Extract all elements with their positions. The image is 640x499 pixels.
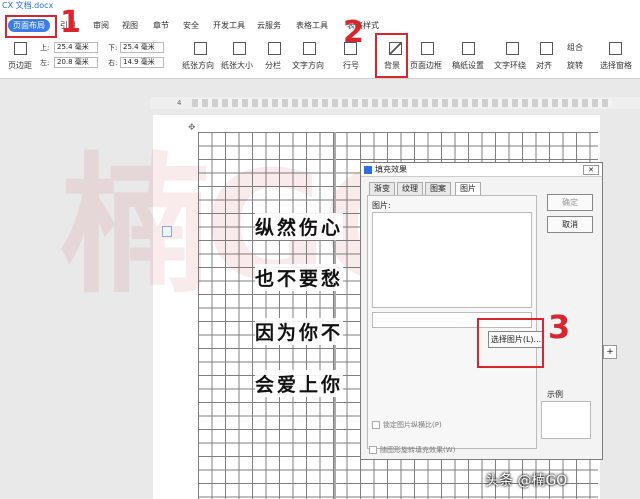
- right-margin-field[interactable]: 14.9 毫米: [120, 57, 164, 68]
- selection-pane-button[interactable]: 选择窗格: [600, 60, 632, 71]
- table-move-handle-icon[interactable]: ✥: [188, 123, 196, 133]
- lock-ratio-label: 锁定图片纵横比(P): [383, 421, 442, 429]
- tab-table-tools[interactable]: 表格工具: [296, 20, 328, 31]
- step-3-highlight: [477, 318, 544, 368]
- text-direction-button[interactable]: 文字方向: [292, 60, 324, 71]
- close-icon[interactable]: ✕: [583, 165, 599, 175]
- page-fold-line: [334, 132, 336, 499]
- tab-security[interactable]: 安全: [183, 20, 199, 31]
- add-icon[interactable]: +: [603, 345, 617, 359]
- right-margin-label: 右:: [108, 59, 118, 67]
- verse-line-2: 也不要愁: [255, 264, 344, 291]
- lock-ratio-checkbox[interactable]: 锁定图片纵横比(P): [372, 420, 442, 430]
- rotate-button[interactable]: 旋转: [567, 60, 583, 71]
- text-wrap-button[interactable]: 文字环绕: [494, 60, 526, 71]
- bottom-margin-field[interactable]: 25.4 毫米: [120, 42, 164, 53]
- line-numbers-button[interactable]: 行号: [343, 60, 359, 71]
- margins-button[interactable]: 页边距: [8, 60, 32, 71]
- picture-label: 图片:: [372, 201, 391, 210]
- align-icon[interactable]: [540, 42, 553, 55]
- left-margin-field[interactable]: 20.8 毫米: [54, 57, 98, 68]
- dialog-title-bar: 填充效果 ✕: [361, 163, 602, 177]
- draft-settings-button[interactable]: 稿纸设置: [452, 60, 484, 71]
- selection-pane-icon[interactable]: [609, 42, 622, 55]
- rotate-with-shape-label: 随图形旋转填充效果(W): [380, 446, 456, 454]
- document-mark-icon[interactable]: [162, 226, 172, 237]
- bottom-margin-label: 下:: [108, 44, 118, 52]
- document-title: CX 文档.docx: [2, 1, 54, 10]
- orientation-icon[interactable]: [194, 42, 207, 55]
- page-border-icon[interactable]: [421, 42, 434, 55]
- text-wrap-icon[interactable]: [506, 42, 519, 55]
- app-icon: [364, 165, 372, 174]
- left-margin-label: 左:: [40, 59, 50, 67]
- dialog-title: 填充效果: [375, 165, 407, 174]
- tab-developer[interactable]: 开发工具: [213, 20, 245, 31]
- source-credit: 头条 @楠GO: [485, 473, 568, 489]
- top-margin-label: 上:: [40, 44, 50, 52]
- draft-settings-icon[interactable]: [462, 42, 475, 55]
- step-1-number: 1: [60, 5, 81, 40]
- tab-cloud[interactable]: 云服务: [257, 20, 281, 31]
- window-title-bar: CX 文档.docx: [0, 0, 640, 12]
- step-3-number: 3: [548, 308, 571, 346]
- columns-icon[interactable]: [268, 42, 281, 55]
- verse-line-1: 纵然伤心: [255, 213, 344, 240]
- ok-button[interactable]: 确定: [547, 194, 593, 211]
- verse-line-4: 会爱上你: [255, 370, 344, 397]
- verse-line-3: 因为你不: [255, 318, 344, 345]
- step-2-number: 2: [343, 15, 364, 50]
- tab-review[interactable]: 审阅: [93, 20, 109, 31]
- sample-label: 示例: [547, 390, 563, 399]
- tab-view[interactable]: 视图: [122, 20, 138, 31]
- tab-gradient[interactable]: 渐变: [369, 182, 395, 196]
- cancel-button[interactable]: 取消: [547, 216, 593, 233]
- tab-chapter[interactable]: 章节: [153, 20, 169, 31]
- paper-size-icon[interactable]: [233, 42, 246, 55]
- picture-preview-area: [372, 212, 532, 308]
- page-border-button[interactable]: 页面边框: [410, 60, 442, 71]
- group-button[interactable]: 组合: [567, 42, 583, 53]
- sample-preview: [541, 401, 591, 439]
- ribbon: 页边距 上: 25.4 毫米 下: 25.4 毫米 左: 20.8 毫米 右: …: [0, 38, 640, 79]
- text-direction-icon[interactable]: [303, 42, 316, 55]
- orientation-button[interactable]: 纸张方向: [182, 60, 214, 71]
- top-margin-field[interactable]: 25.4 毫米: [54, 42, 98, 53]
- step-1-highlight: [5, 15, 57, 38]
- step-2-highlight: [375, 33, 408, 78]
- tab-pattern[interactable]: 图案: [425, 182, 451, 196]
- tab-picture[interactable]: 图片: [455, 182, 481, 196]
- paper-size-button[interactable]: 纸张大小: [221, 60, 253, 71]
- tab-texture[interactable]: 纹理: [397, 182, 423, 196]
- margins-icon[interactable]: [14, 42, 27, 55]
- columns-button[interactable]: 分栏: [265, 60, 281, 71]
- rotate-with-shape-checkbox[interactable]: 随图形旋转填充效果(W): [369, 445, 455, 455]
- ribbon-tabs: 页面布局 引用 审阅 视图 章节 安全 开发工具 云服务 表格工具 表格样式: [0, 12, 640, 39]
- align-button[interactable]: 对齐: [536, 60, 552, 71]
